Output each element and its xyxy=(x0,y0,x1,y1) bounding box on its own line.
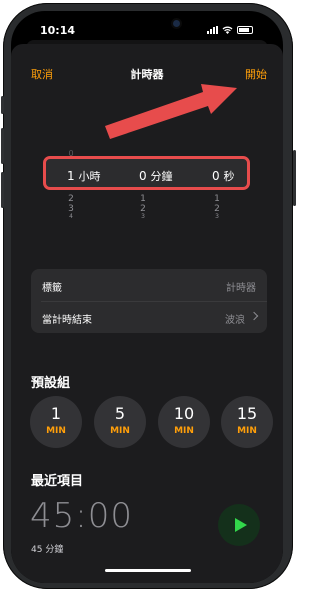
recents-title: 最近項目 xyxy=(31,474,84,489)
battery-icon xyxy=(237,26,253,34)
front-camera xyxy=(173,20,180,27)
label-title: 標籤 xyxy=(42,283,62,294)
preset-5-min-button[interactable]: 5 MIN xyxy=(94,396,146,448)
preset-number: 15 xyxy=(236,404,258,423)
minutes-wheel-below[interactable]: 1 2 3 xyxy=(133,194,153,220)
seconds-wheel-below[interactable]: 1 2 3 xyxy=(207,194,227,220)
when-timer-ends-value: 波浪 xyxy=(225,315,245,326)
timer-sheet: 取消 計時器 開始 0 1 小時 0 分鐘 0 秒 2 3 4 1 2 3 1 … xyxy=(11,44,283,583)
preset-unit: MIN xyxy=(46,426,66,436)
presets-title: 預設組 xyxy=(31,376,71,391)
picker-option: 1 xyxy=(140,194,146,204)
play-icon[interactable] xyxy=(218,504,260,546)
status-icons xyxy=(207,26,253,34)
preset-15-min-button[interactable]: 15 MIN xyxy=(221,396,273,448)
preset-number: 10 xyxy=(173,404,195,423)
hours-unit: 小時 xyxy=(78,170,101,183)
seconds-unit: 秒 xyxy=(223,170,235,183)
preset-10-min-button[interactable]: 10 MIN xyxy=(158,396,210,448)
start-button[interactable]: 開始 xyxy=(245,66,267,82)
when-timer-ends-row[interactable]: 當計時結束 波浪 xyxy=(31,301,267,333)
seconds-value: 0 xyxy=(212,169,220,183)
chevron-right-icon xyxy=(249,311,259,321)
preset-unit: MIN xyxy=(110,426,130,436)
picker-option: 1 xyxy=(214,194,220,204)
label-input[interactable]: 計時器 xyxy=(226,279,256,294)
label-row[interactable]: 標籤 計時器 xyxy=(31,269,267,301)
annotation-arrow-icon xyxy=(105,84,237,139)
picker-option: 4 xyxy=(69,213,73,220)
preset-unit: MIN xyxy=(237,426,257,436)
preset-unit: MIN xyxy=(174,426,194,436)
preset-number: 1 xyxy=(50,404,62,423)
picker-option: 3 xyxy=(141,213,145,220)
hours-value: 1 xyxy=(67,169,75,183)
timer-settings-card: 標籤 計時器 當計時結束 波浪 xyxy=(31,269,267,333)
hours-selected[interactable]: 1 小時 xyxy=(67,168,100,184)
volume-down-button-2 xyxy=(1,172,4,208)
picker-option: 2 xyxy=(68,194,74,204)
wifi-icon xyxy=(222,26,233,34)
volume-up-button xyxy=(1,96,4,114)
minutes-value: 0 xyxy=(139,169,147,183)
recent-timer-subtitle: 45 分鐘 xyxy=(31,545,64,555)
power-button xyxy=(293,150,296,206)
preset-number: 5 xyxy=(114,404,126,423)
hours-wheel-below[interactable]: 2 3 4 xyxy=(61,194,81,220)
recent-timer-duration: 45:00 xyxy=(30,496,133,536)
when-timer-ends-title: 當計時結束 xyxy=(42,315,92,326)
picker-option: 3 xyxy=(215,213,219,220)
preset-1-min-button[interactable]: 1 MIN xyxy=(30,396,82,448)
minutes-selected[interactable]: 0 分鐘 xyxy=(139,168,172,184)
status-time: 10:14 xyxy=(40,24,76,37)
seconds-selected[interactable]: 0 秒 xyxy=(212,168,234,184)
volume-down-button xyxy=(1,128,4,164)
minutes-unit: 分鐘 xyxy=(150,170,173,183)
home-indicator[interactable] xyxy=(105,569,191,572)
cellular-signal-icon xyxy=(207,26,218,34)
